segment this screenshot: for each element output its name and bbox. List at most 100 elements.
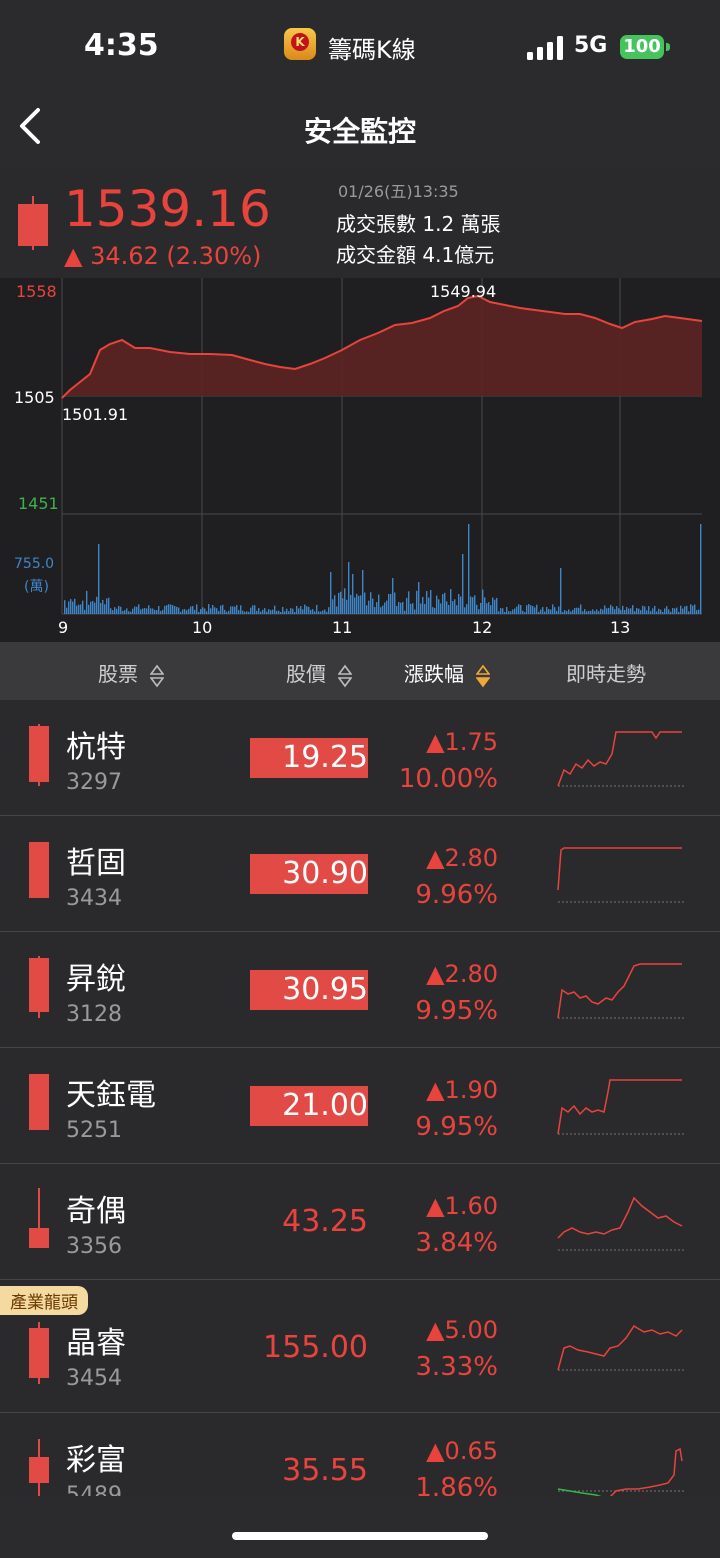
volume-bar: [358, 595, 360, 614]
volume-bar: [208, 604, 210, 614]
volume-bar: [124, 610, 126, 614]
high-label: 1549.94: [430, 282, 497, 301]
volume-bar: [120, 606, 122, 614]
page-title: 安全監控: [303, 115, 416, 148]
volume-bar: [468, 524, 470, 614]
volume-bar: [430, 589, 432, 614]
volume-bar: [138, 604, 140, 614]
volume-bar: [362, 570, 364, 614]
volume-bar: [74, 598, 76, 614]
volume-bar: [250, 607, 252, 614]
volume-bar: [648, 606, 650, 614]
volume-bar: [248, 611, 250, 614]
volume-max-label: 755.0: [14, 556, 55, 572]
volume-bar: [438, 599, 440, 614]
intraday-chart[interactable]: 1558 1505 1451 1549.94 1501.91 755.0 (萬)…: [0, 278, 720, 642]
stock-code: 5251: [66, 1118, 122, 1143]
volume-bar: [588, 610, 590, 614]
sort-by-price[interactable]: 股價: [286, 658, 353, 688]
volume-bar: [406, 597, 408, 614]
volume-bar: [586, 611, 588, 614]
volume-bar: [196, 604, 198, 614]
volume-bar: [540, 609, 542, 614]
volume-bar: [130, 611, 132, 614]
stock-name: 天鈺電: [66, 1078, 156, 1113]
volume-bar: [444, 592, 446, 614]
y-axis-bottom: 1451: [18, 494, 59, 513]
stock-price: 35.55: [282, 1453, 368, 1488]
volume-bar: [672, 608, 674, 614]
stock-change-pct: 9.96%: [415, 880, 498, 910]
sort-by-stock[interactable]: 股票: [98, 658, 165, 688]
volume-bar: [252, 605, 254, 614]
volume-bar: [696, 610, 698, 614]
quote-datetime: 01/26(五)13:35: [338, 182, 459, 201]
volume-bar: [198, 611, 200, 614]
volume-bar: [356, 593, 358, 614]
volume-bar: [332, 599, 334, 614]
volume-bar: [180, 611, 182, 614]
volume-bar: [484, 597, 486, 614]
volume-bar: [660, 609, 662, 614]
volume-bar: [526, 605, 528, 614]
volume-bar: [562, 611, 564, 614]
volume-bar: [640, 610, 642, 614]
index-change: ▲ 34.62 (2.30%): [64, 242, 262, 270]
volume-bar: [146, 608, 148, 614]
sort-by-change[interactable]: 漲跌幅: [404, 658, 491, 688]
volume-bar: [410, 603, 412, 614]
table-row[interactable]: 哲固 3434 30.90 ▲2.80 9.96%: [0, 816, 720, 932]
volume-bar: [626, 607, 628, 614]
volume-bar: [426, 591, 428, 614]
stock-code: 5489: [66, 1483, 122, 1496]
volume-bar: [574, 608, 576, 614]
volume-bar: [456, 605, 458, 614]
table-row[interactable]: 彩富 5489 35.55 ▲0.65 1.86%: [0, 1413, 720, 1496]
intraday-chart-svg: [61, 278, 703, 615]
volume-bar: [508, 611, 510, 614]
volume-bar: [190, 606, 192, 614]
table-row[interactable]: 昇銳 3128 30.95 ▲2.80 9.95%: [0, 932, 720, 1048]
volume-bar: [366, 605, 368, 614]
header-price: 股價: [286, 662, 326, 686]
volume-bar: [464, 607, 466, 614]
table-row[interactable]: 杭特 3297 19.25 ▲1.75 10.00%: [0, 700, 720, 816]
volume-bar: [78, 604, 80, 614]
volume-bar: [698, 609, 700, 614]
volume-bar: [168, 604, 170, 614]
candle-icon: [29, 1074, 49, 1130]
status-time: 4:35: [84, 28, 159, 63]
volume-bar: [320, 611, 322, 614]
volume-bar: [502, 608, 504, 614]
table-row[interactable]: 晶睿 3454 155.00 ▲5.00 3.33%: [0, 1282, 720, 1413]
volume-bar: [142, 608, 144, 614]
volume-bar: [418, 582, 420, 614]
volume-bar: [398, 601, 400, 614]
volume-bar: [134, 606, 136, 614]
volume-bar: [80, 604, 82, 614]
volume-bar: [84, 609, 86, 614]
table-row[interactable]: 奇偶 3356 43.25 ▲1.60 3.84%: [0, 1164, 720, 1280]
volume-bar: [604, 605, 606, 614]
x-tick-11: 11: [332, 618, 353, 637]
sparkline: [557, 1196, 684, 1251]
volume-bar: [328, 607, 330, 614]
volume-bar: [482, 589, 484, 614]
volume-bar: [360, 595, 362, 614]
volume-bar: [624, 609, 626, 614]
volume-bar: [568, 609, 570, 614]
volume-bar: [100, 602, 102, 614]
volume-bar: [544, 611, 546, 614]
volume-bar: [658, 608, 660, 614]
candle-icon: [29, 1188, 49, 1248]
home-indicator[interactable]: [232, 1532, 488, 1540]
volume-bar: [408, 591, 410, 614]
volume-bar: [118, 605, 120, 614]
volume-bar: [108, 597, 110, 614]
volume-bar: [498, 611, 500, 614]
volume-bar: [600, 608, 602, 614]
table-row[interactable]: 天鈺電 5251 21.00 ▲1.90 9.95%: [0, 1048, 720, 1164]
volume-bar: [448, 604, 450, 614]
volume-bar: [94, 602, 96, 614]
volume-bar: [556, 610, 558, 614]
